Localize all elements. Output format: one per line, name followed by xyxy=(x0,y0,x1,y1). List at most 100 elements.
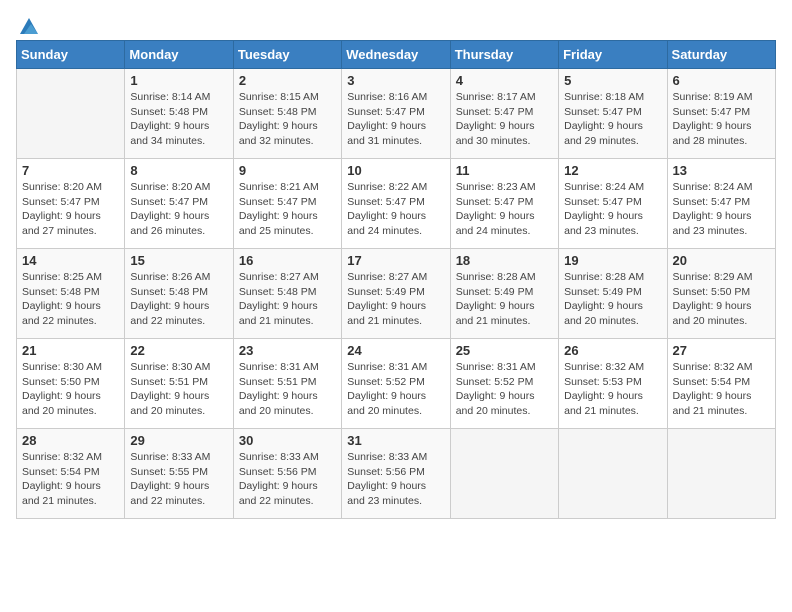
calendar-cell: 27 Sunrise: 8:32 AM Sunset: 5:54 PM Dayli… xyxy=(667,339,775,429)
calendar-week-4: 21 Sunrise: 8:30 AM Sunset: 5:50 PM Dayli… xyxy=(17,339,776,429)
day-info: Sunrise: 8:14 AM Sunset: 5:48 PM Dayligh… xyxy=(130,90,227,149)
day-number: 17 xyxy=(347,253,444,268)
calendar-cell: 11 Sunrise: 8:23 AM Sunset: 5:47 PM Dayli… xyxy=(450,159,558,249)
day-info: Sunrise: 8:27 AM Sunset: 5:48 PM Dayligh… xyxy=(239,270,336,329)
day-number: 30 xyxy=(239,433,336,448)
calendar-cell: 14 Sunrise: 8:25 AM Sunset: 5:48 PM Dayli… xyxy=(17,249,125,339)
calendar-header-row: SundayMondayTuesdayWednesdayThursdayFrid… xyxy=(17,41,776,69)
day-number: 7 xyxy=(22,163,119,178)
logo-icon xyxy=(18,16,40,38)
day-number: 28 xyxy=(22,433,119,448)
calendar-cell: 13 Sunrise: 8:24 AM Sunset: 5:47 PM Dayli… xyxy=(667,159,775,249)
calendar-cell: 28Sunrise: 8:32 AM Sunset: 5:54 PM Dayli… xyxy=(17,429,125,519)
day-number: 5 xyxy=(564,73,661,88)
day-number: 16 xyxy=(239,253,336,268)
calendar-cell: 4 Sunrise: 8:17 AM Sunset: 5:47 PM Daylig… xyxy=(450,69,558,159)
calendar-cell: 7 Sunrise: 8:20 AM Sunset: 5:47 PM Daylig… xyxy=(17,159,125,249)
day-info: Sunrise: 8:28 AM Sunset: 5:49 PM Dayligh… xyxy=(564,270,661,329)
day-info: Sunrise: 8:24 AM Sunset: 5:47 PM Dayligh… xyxy=(564,180,661,239)
day-info: Sunrise: 8:20 AM Sunset: 5:47 PM Dayligh… xyxy=(130,180,227,239)
calendar-week-3: 14 Sunrise: 8:25 AM Sunset: 5:48 PM Dayli… xyxy=(17,249,776,339)
calendar-cell: 20 Sunrise: 8:29 AM Sunset: 5:50 PM Dayli… xyxy=(667,249,775,339)
day-info: Sunrise: 8:18 AM Sunset: 5:47 PM Dayligh… xyxy=(564,90,661,149)
day-number: 31 xyxy=(347,433,444,448)
day-info: Sunrise: 8:30 AM Sunset: 5:50 PM Dayligh… xyxy=(22,360,119,419)
day-header-tuesday: Tuesday xyxy=(233,41,341,69)
day-number: 13 xyxy=(673,163,770,178)
calendar-cell: 3 Sunrise: 8:16 AM Sunset: 5:47 PM Daylig… xyxy=(342,69,450,159)
day-number: 27 xyxy=(673,343,770,358)
calendar-cell: 1Sunrise: 8:14 AM Sunset: 5:48 PM Daylig… xyxy=(125,69,233,159)
calendar-cell: 10 Sunrise: 8:22 AM Sunset: 5:47 PM Dayli… xyxy=(342,159,450,249)
page-header xyxy=(16,16,776,32)
day-number: 2 xyxy=(239,73,336,88)
calendar-cell: 15 Sunrise: 8:26 AM Sunset: 5:48 PM Dayli… xyxy=(125,249,233,339)
calendar-cell: 2 Sunrise: 8:15 AM Sunset: 5:48 PM Daylig… xyxy=(233,69,341,159)
calendar-cell xyxy=(667,429,775,519)
day-info: Sunrise: 8:23 AM Sunset: 5:47 PM Dayligh… xyxy=(456,180,553,239)
calendar-cell: 24 Sunrise: 8:31 AM Sunset: 5:52 PM Dayli… xyxy=(342,339,450,429)
day-info: Sunrise: 8:19 AM Sunset: 5:47 PM Dayligh… xyxy=(673,90,770,149)
calendar-cell: 16 Sunrise: 8:27 AM Sunset: 5:48 PM Dayli… xyxy=(233,249,341,339)
day-number: 21 xyxy=(22,343,119,358)
day-info: Sunrise: 8:31 AM Sunset: 5:51 PM Dayligh… xyxy=(239,360,336,419)
day-info: Sunrise: 8:21 AM Sunset: 5:47 PM Dayligh… xyxy=(239,180,336,239)
logo xyxy=(16,16,40,32)
day-info: Sunrise: 8:27 AM Sunset: 5:49 PM Dayligh… xyxy=(347,270,444,329)
day-info: Sunrise: 8:26 AM Sunset: 5:48 PM Dayligh… xyxy=(130,270,227,329)
calendar-cell: 25 Sunrise: 8:31 AM Sunset: 5:52 PM Dayli… xyxy=(450,339,558,429)
day-info: Sunrise: 8:31 AM Sunset: 5:52 PM Dayligh… xyxy=(347,360,444,419)
day-number: 8 xyxy=(130,163,227,178)
day-number: 3 xyxy=(347,73,444,88)
day-number: 4 xyxy=(456,73,553,88)
calendar-cell: 31 Sunrise: 8:33 AM Sunset: 5:56 PM Dayli… xyxy=(342,429,450,519)
day-info: Sunrise: 8:16 AM Sunset: 5:47 PM Dayligh… xyxy=(347,90,444,149)
day-number: 12 xyxy=(564,163,661,178)
day-number: 26 xyxy=(564,343,661,358)
day-info: Sunrise: 8:32 AM Sunset: 5:54 PM Dayligh… xyxy=(673,360,770,419)
calendar-cell: 30 Sunrise: 8:33 AM Sunset: 5:56 PM Dayli… xyxy=(233,429,341,519)
calendar-cell: 19 Sunrise: 8:28 AM Sunset: 5:49 PM Dayli… xyxy=(559,249,667,339)
day-info: Sunrise: 8:24 AM Sunset: 5:47 PM Dayligh… xyxy=(673,180,770,239)
day-number: 23 xyxy=(239,343,336,358)
day-info: Sunrise: 8:15 AM Sunset: 5:48 PM Dayligh… xyxy=(239,90,336,149)
day-header-friday: Friday xyxy=(559,41,667,69)
day-number: 14 xyxy=(22,253,119,268)
day-info: Sunrise: 8:32 AM Sunset: 5:53 PM Dayligh… xyxy=(564,360,661,419)
calendar-cell: 6Sunrise: 8:19 AM Sunset: 5:47 PM Daylig… xyxy=(667,69,775,159)
day-info: Sunrise: 8:33 AM Sunset: 5:55 PM Dayligh… xyxy=(130,450,227,509)
day-info: Sunrise: 8:20 AM Sunset: 5:47 PM Dayligh… xyxy=(22,180,119,239)
day-number: 22 xyxy=(130,343,227,358)
day-number: 9 xyxy=(239,163,336,178)
day-info: Sunrise: 8:33 AM Sunset: 5:56 PM Dayligh… xyxy=(239,450,336,509)
day-number: 18 xyxy=(456,253,553,268)
day-info: Sunrise: 8:25 AM Sunset: 5:48 PM Dayligh… xyxy=(22,270,119,329)
day-number: 10 xyxy=(347,163,444,178)
calendar-cell: 17 Sunrise: 8:27 AM Sunset: 5:49 PM Dayli… xyxy=(342,249,450,339)
calendar-week-2: 7 Sunrise: 8:20 AM Sunset: 5:47 PM Daylig… xyxy=(17,159,776,249)
day-number: 11 xyxy=(456,163,553,178)
calendar-cell: 9 Sunrise: 8:21 AM Sunset: 5:47 PM Daylig… xyxy=(233,159,341,249)
day-info: Sunrise: 8:17 AM Sunset: 5:47 PM Dayligh… xyxy=(456,90,553,149)
calendar-cell: 5 Sunrise: 8:18 AM Sunset: 5:47 PM Daylig… xyxy=(559,69,667,159)
day-number: 15 xyxy=(130,253,227,268)
calendar-cell: 8 Sunrise: 8:20 AM Sunset: 5:47 PM Daylig… xyxy=(125,159,233,249)
calendar-cell: 18 Sunrise: 8:28 AM Sunset: 5:49 PM Dayli… xyxy=(450,249,558,339)
day-number: 29 xyxy=(130,433,227,448)
day-info: Sunrise: 8:28 AM Sunset: 5:49 PM Dayligh… xyxy=(456,270,553,329)
day-info: Sunrise: 8:29 AM Sunset: 5:50 PM Dayligh… xyxy=(673,270,770,329)
day-number: 20 xyxy=(673,253,770,268)
day-number: 19 xyxy=(564,253,661,268)
calendar-cell: 23 Sunrise: 8:31 AM Sunset: 5:51 PM Dayli… xyxy=(233,339,341,429)
day-info: Sunrise: 8:33 AM Sunset: 5:56 PM Dayligh… xyxy=(347,450,444,509)
day-header-sunday: Sunday xyxy=(17,41,125,69)
calendar-cell xyxy=(17,69,125,159)
day-number: 24 xyxy=(347,343,444,358)
calendar-cell: 21 Sunrise: 8:30 AM Sunset: 5:50 PM Dayli… xyxy=(17,339,125,429)
day-info: Sunrise: 8:31 AM Sunset: 5:52 PM Dayligh… xyxy=(456,360,553,419)
day-header-saturday: Saturday xyxy=(667,41,775,69)
day-header-monday: Monday xyxy=(125,41,233,69)
day-number: 25 xyxy=(456,343,553,358)
day-info: Sunrise: 8:22 AM Sunset: 5:47 PM Dayligh… xyxy=(347,180,444,239)
calendar-cell: 29 Sunrise: 8:33 AM Sunset: 5:55 PM Dayli… xyxy=(125,429,233,519)
